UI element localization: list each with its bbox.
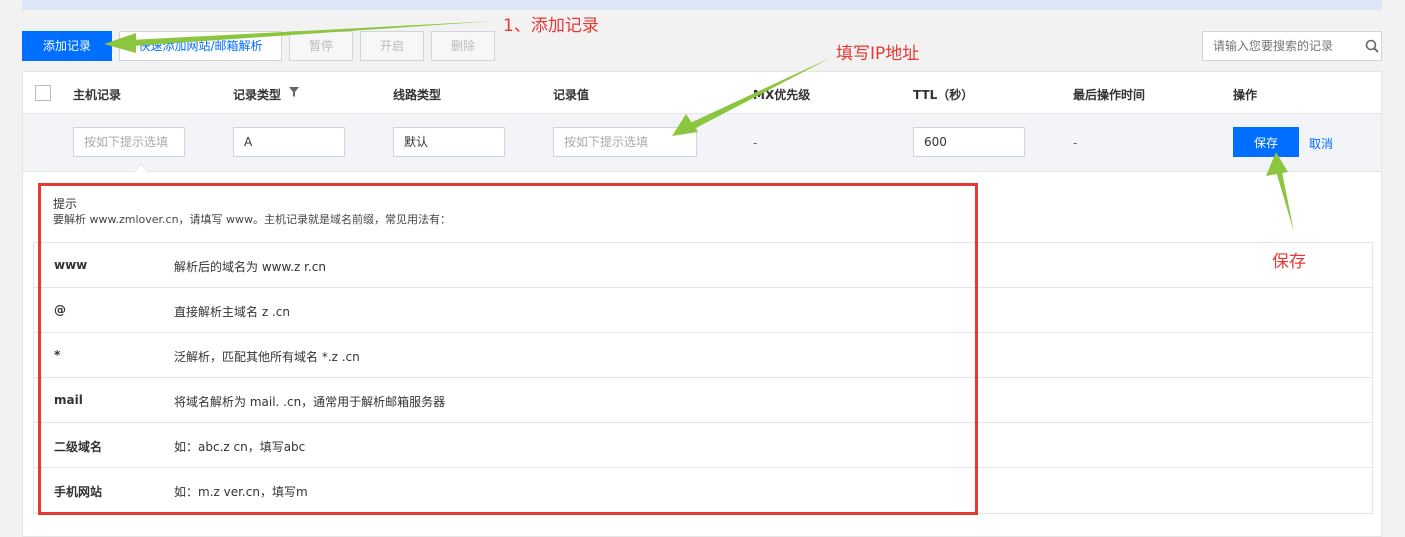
tip-value: 将域名解析为 mail. .cn，通常用于解析邮箱服务器 [174, 395, 446, 409]
tip-title: 提示 [53, 197, 78, 211]
header-value: 记录值 [553, 88, 590, 102]
type-select[interactable]: A [233, 127, 345, 157]
header-ttl: TTL（秒） [913, 88, 974, 102]
search-input[interactable] [1203, 32, 1363, 60]
edit-record-row: 按如下提示选填 A 默认 按如下提示选填 - 600 - 保存 取消 [23, 114, 1381, 172]
tip-key: 手机网站 [54, 485, 103, 499]
tip-row-www: www 解析后的域名为 www.z r.cn [34, 243, 1372, 288]
tip-row-subdomain: 二级域名 如：abc.z cn，填写abc [34, 423, 1372, 468]
select-all-checkbox[interactable] [35, 85, 51, 101]
annotation-save: 保存 [1272, 252, 1306, 272]
header-line: 线路类型 [393, 88, 442, 102]
tip-key: @ [54, 303, 66, 317]
search-icon[interactable] [1363, 39, 1381, 53]
tip-row-at: @ 直接解析主域名 z .cn [34, 288, 1372, 333]
tip-value: 泛解析，匹配其他所有域名 *.z .cn [174, 350, 360, 364]
tip-value: 解析后的域名为 www.z r.cn [174, 260, 326, 274]
search-box [1202, 31, 1382, 61]
tip-row-mail: mail 将域名解析为 mail. .cn，通常用于解析邮箱服务器 [34, 378, 1372, 423]
tip-header: 提示 要解析 www.zmlover.cn，请填写 www。主机记录就是域名前缀… [33, 184, 1373, 242]
annotation-step1: 1、添加记录 [503, 16, 599, 36]
mx-value: - [753, 136, 758, 150]
enable-button[interactable]: 开启 [360, 31, 424, 61]
line-select[interactable]: 默认 [393, 127, 505, 157]
delete-button[interactable]: 删除 [431, 31, 495, 61]
tip-list: www 解析后的域名为 www.z r.cn @ 直接解析主域名 z .cn *… [33, 242, 1373, 514]
toolbar: 添加记录 快速添加网站/邮箱解析 暂停 开启 删除 [22, 31, 495, 61]
annotation-fill-ip: 填写IP地址 [836, 44, 920, 64]
tip-value: 如：m.z ver.cn，填写m [174, 485, 308, 499]
pause-button[interactable]: 暂停 [289, 31, 353, 61]
cancel-link[interactable]: 取消 [1309, 135, 1333, 152]
tip-panel: 提示 要解析 www.zmlover.cn，请填写 www。主机记录就是域名前缀… [33, 163, 1373, 532]
table-header: 主机记录 记录类型 线路类型 记录值 MX优先级 TTL（秒） 最后操作时间 操… [23, 72, 1381, 114]
header-mx: MX优先级 [753, 88, 811, 102]
quick-add-button[interactable]: 快速添加网站/邮箱解析 [119, 31, 282, 61]
tip-row-mobile: 手机网站 如：m.z ver.cn，填写m [34, 468, 1372, 513]
header-action: 操作 [1233, 88, 1258, 102]
host-input[interactable]: 按如下提示选填 [73, 127, 185, 157]
save-button[interactable]: 保存 [1233, 127, 1299, 157]
tip-description: 要解析 www.zmlover.cn，请填写 www。主机记录就是域名前缀，常见… [53, 213, 452, 226]
header-type: 记录类型 [233, 88, 282, 102]
header-host: 主机记录 [73, 88, 122, 102]
tip-key: mail [54, 393, 83, 407]
add-record-button[interactable]: 添加记录 [22, 31, 112, 61]
header-last-op-time: 最后操作时间 [1073, 88, 1146, 102]
tip-value: 直接解析主域名 z .cn [174, 305, 290, 319]
tip-key: 二级域名 [54, 440, 103, 454]
tip-key: * [54, 348, 61, 362]
tip-value: 如：abc.z cn，填写abc [174, 440, 306, 454]
ttl-input[interactable]: 600 [913, 127, 1025, 157]
dns-record-page: 添加记录 快速添加网站/邮箱解析 暂停 开启 删除 主机记录 记录类型 线路类型… [0, 0, 1405, 537]
record-table: 主机记录 记录类型 线路类型 记录值 MX优先级 TTL（秒） 最后操作时间 操… [22, 71, 1382, 537]
tip-key: www [54, 258, 88, 272]
top-banner [22, 0, 1382, 10]
time-value: - [1073, 136, 1078, 150]
value-input[interactable]: 按如下提示选填 [553, 127, 697, 157]
tip-row-wildcard: * 泛解析，匹配其他所有域名 *.z .cn [34, 333, 1372, 378]
filter-icon[interactable] [289, 86, 299, 100]
